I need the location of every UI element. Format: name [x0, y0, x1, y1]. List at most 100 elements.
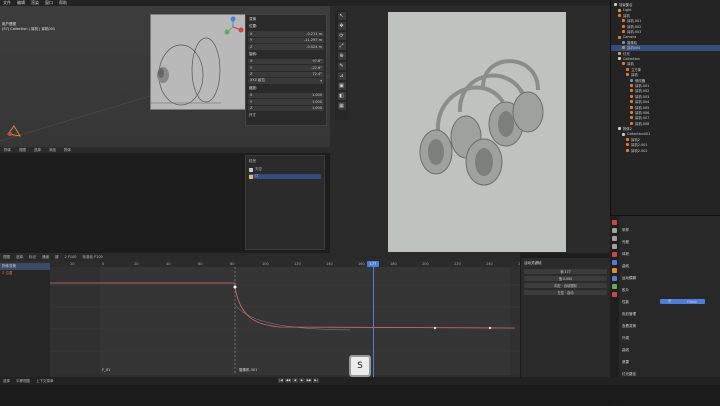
lighting-title: 灯光 [249, 159, 256, 163]
lighting-option-sky[interactable]: 天空 [249, 167, 321, 172]
ruler-tick-label: 20 [70, 262, 75, 266]
headphones-render [419, 59, 544, 186]
status-context: 上下文菜单 [36, 378, 54, 383]
play-reverse-button[interactable]: ◀ [292, 378, 298, 383]
graph-plot-area[interactable]: F_01 摄像机.001 [50, 267, 520, 375]
scale-z-field[interactable]: Z 1.000 [248, 105, 324, 111]
graph-normalize[interactable]: 标准化 F100 [83, 255, 103, 260]
outliner-item-label: 耳机.003 [627, 30, 642, 35]
viewport-menu-select[interactable]: 选择 [34, 148, 41, 153]
outliner-item-label: Collection001 [627, 132, 651, 137]
channel-object-transform[interactable]: 物体变换 [0, 263, 50, 270]
graph-frame-info: 2 F100 [64, 255, 77, 259]
object-type-icon [630, 84, 633, 88]
dimensions-label[interactable]: 尺寸 [249, 113, 323, 118]
add-cube-icon[interactable]: ▣ [337, 82, 346, 90]
left-handle-select[interactable]: 向左 · 自动钳制 [524, 283, 607, 288]
grid-icon[interactable]: ▦ [337, 102, 346, 110]
channel-z-location[interactable]: Z 位置 [0, 270, 50, 277]
object-type-icon [622, 24, 625, 28]
ruler-tick-label: 0 [102, 262, 105, 266]
look-select[interactable]: 无 Filmic [660, 299, 705, 304]
properties-section[interactable]: 曲线 [622, 348, 629, 353]
play-button[interactable]: ▶ [299, 378, 305, 383]
prev-key-button[interactable]: ◀◀ [285, 378, 291, 383]
viewport-menu-view[interactable]: 视图 [19, 148, 26, 153]
view-layer-tab-icon[interactable] [612, 244, 617, 249]
rot-y-field[interactable]: Y -22.6° [248, 65, 324, 71]
outliner-item-label: 耳机2.002 [631, 148, 648, 153]
properties-section[interactable]: 运动模糊 [622, 276, 636, 281]
ruler-tick-label: 120 [294, 262, 301, 266]
rotation-label: 旋转: [249, 51, 258, 56]
ruler-tick-label: 200 [422, 262, 429, 266]
graph-sidebar: 活动关键帧 帧 177 值 0.000 向左 · 自动钳制 左控 · 自动 [520, 258, 610, 385]
rot-z-field[interactable]: Z 72.4° [248, 71, 324, 77]
cursor-tool-icon[interactable]: ↖ [337, 12, 346, 20]
rotate-tool-icon[interactable]: ⟳ [337, 32, 346, 40]
tool-tab-icon[interactable] [612, 220, 617, 225]
playback-controls: |◀ ◀◀ ◀ ▶ ▶▶ ▶| [278, 378, 319, 383]
lamp-icon [249, 174, 253, 179]
object-path-label: (57) Collection | 耳机 | 耳机001 [2, 27, 56, 31]
value-field[interactable]: 值 0.000 [524, 276, 607, 281]
properties-section[interactable]: 曲线 [622, 264, 629, 269]
object-type-icon [622, 132, 625, 136]
graph-menu-channel[interactable]: 通道 [42, 255, 49, 260]
scale-y-field[interactable]: Y 1.000 [248, 99, 324, 105]
scene-tab-icon[interactable] [612, 252, 617, 257]
annotate-tool-icon[interactable]: ✎ [337, 62, 346, 70]
viewport-menu-object[interactable]: 物体 [4, 148, 11, 153]
outliner-item-label: 耳机 [627, 62, 634, 67]
object-tab-icon[interactable] [612, 268, 617, 273]
loc-x-field[interactable]: X -0.211 m [248, 31, 324, 37]
properties-section[interactable]: 胶片 [622, 288, 629, 293]
object-type-icon [626, 137, 629, 141]
properties-section[interactable]: 色彩管理 [622, 312, 636, 317]
properties-section[interactable]: 外观 [622, 336, 629, 341]
render-tab-icon[interactable] [612, 228, 617, 233]
graph-menu-select[interactable]: 选择 [16, 255, 23, 260]
rotation-mode-select[interactable]: XYZ 欧拉 ▾ [248, 78, 324, 84]
3d-viewport[interactable]: 用户透视 (57) Collection | 耳机 | 耳机001 变换 位置:… [0, 6, 330, 147]
frame-field[interactable]: 帧 177 [524, 269, 607, 274]
lighting-option-lamp[interactable]: 灯 [249, 174, 321, 179]
properties-section[interactable]: 性能 [622, 300, 629, 305]
properties-section[interactable]: 查看变换 [622, 324, 636, 329]
transform-tool-icon[interactable]: ⊕ [337, 52, 346, 60]
material-tab-icon[interactable] [612, 292, 617, 297]
graph-menu-key[interactable]: 键 [55, 255, 59, 260]
properties-section[interactable]: 体积 [622, 252, 629, 257]
left-handle-mode[interactable]: 左控 · 自动 [524, 290, 607, 295]
output-tab-icon[interactable] [612, 236, 617, 241]
viewport-menu-object2[interactable]: 物体 [64, 148, 71, 153]
properties-section[interactable]: 采样 [622, 228, 629, 233]
lamp-label: 灯 [255, 174, 259, 178]
graph-menu-marker[interactable]: 标记 [29, 255, 36, 260]
playhead-frame-label[interactable]: 177 [367, 261, 379, 267]
world-tab-icon[interactable] [612, 260, 617, 265]
navigation-gizmo[interactable] [222, 16, 244, 38]
outliner-item-label: 摄像机 [627, 40, 638, 45]
loc-y-field[interactable]: Y -11.297 m [248, 37, 324, 43]
camera-icon[interactable]: ◧ [337, 92, 346, 100]
data-tab-icon[interactable] [612, 284, 617, 289]
viewport-header: 物体 视图 选择 添加 物体 [0, 147, 330, 153]
jump-end-button[interactable]: ▶| [313, 378, 319, 383]
scale-x-field[interactable]: X 1.000 [248, 92, 324, 98]
next-key-button[interactable]: ▶▶ [306, 378, 312, 383]
move-tool-icon[interactable]: ✥ [337, 22, 346, 30]
viewport-menu-add[interactable]: 添加 [49, 148, 56, 153]
jump-start-button[interactable]: |◀ [278, 378, 284, 383]
rot-x-field[interactable]: X 97.8° [248, 58, 324, 64]
properties-section[interactable]: 光程 [622, 240, 629, 245]
properties-section[interactable]: 遮罩 [622, 360, 629, 365]
scale-tool-icon[interactable]: ⤢ [337, 42, 346, 50]
playhead[interactable] [373, 261, 374, 377]
modifier-tab-icon[interactable] [612, 276, 617, 281]
loc-z-field[interactable]: Z -0.024 m [248, 44, 324, 50]
graph-menu-view[interactable]: 视图 [3, 255, 10, 260]
measure-tool-icon[interactable]: ⊿ [337, 72, 346, 80]
outliner-item[interactable]: 耳机2.002 [611, 148, 720, 153]
outliner-item-label: 耳机 [623, 13, 630, 18]
